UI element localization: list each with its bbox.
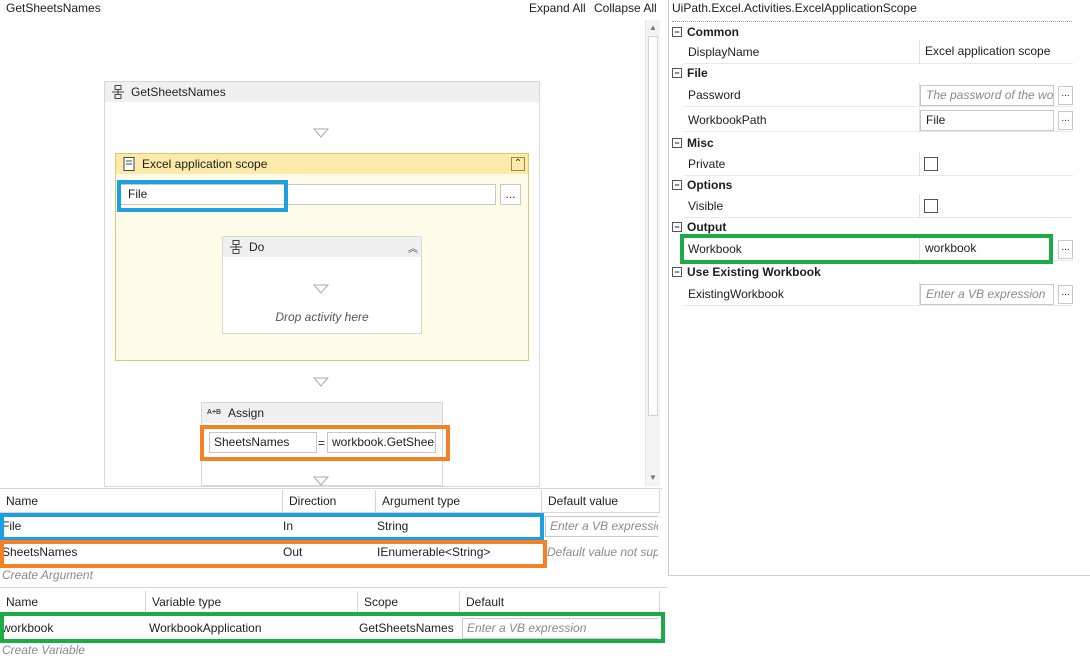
password-input[interactable]: The password of the wor bbox=[920, 85, 1054, 106]
column-header-default[interactable]: Default bbox=[460, 591, 660, 613]
property-label: Visible bbox=[688, 199, 724, 213]
property-label: DisplayName bbox=[688, 45, 760, 59]
drop-arrow-icon bbox=[313, 284, 329, 294]
property-private[interactable]: Private bbox=[684, 152, 1073, 176]
scrollbar-thumb[interactable] bbox=[648, 36, 658, 416]
column-header-default-value[interactable]: Default value bbox=[542, 490, 660, 512]
column-header-scope[interactable]: Scope bbox=[358, 591, 460, 613]
browse-button[interactable]: ... bbox=[1058, 240, 1073, 259]
expand-all-link[interactable]: Expand All bbox=[529, 1, 586, 15]
category-misc[interactable]: − Misc bbox=[672, 134, 1072, 152]
collapse-icon[interactable]: − bbox=[672, 267, 682, 277]
create-argument-link[interactable]: Create Argument bbox=[2, 568, 93, 582]
category-label: Common bbox=[687, 25, 739, 39]
sequence-title: GetSheetsNames bbox=[131, 85, 226, 99]
displayname-input[interactable]: Excel application scope bbox=[920, 42, 1070, 63]
collapse-icon[interactable]: − bbox=[672, 180, 682, 190]
highlight-sheetsnames-argument bbox=[0, 540, 547, 568]
browse-button[interactable]: ... bbox=[500, 184, 521, 205]
property-label: Private bbox=[688, 157, 726, 171]
assign-icon: A+B bbox=[206, 409, 222, 416]
category-label: File bbox=[687, 66, 708, 80]
browse-button[interactable]: ... bbox=[1058, 86, 1073, 105]
collapse-all-link[interactable]: Collapse All bbox=[594, 1, 657, 15]
designer-title: GetSheetsNames bbox=[6, 1, 101, 15]
scope-title: Excel application scope bbox=[142, 157, 268, 171]
column-header-argument-type[interactable]: Argument type bbox=[376, 490, 542, 512]
property-visible[interactable]: Visible bbox=[684, 194, 1073, 218]
drop-activity-hint: Drop activity here bbox=[275, 310, 369, 324]
property-label: ExistingWorkbook bbox=[688, 287, 784, 301]
variables-header: Name Variable type Scope Default bbox=[0, 591, 660, 614]
property-label: WorkbookPath bbox=[688, 113, 767, 127]
column-header-variable-type[interactable]: Variable type bbox=[146, 591, 358, 613]
category-use-existing-workbook[interactable]: − Use Existing Workbook bbox=[672, 263, 1072, 281]
collapse-icon[interactable]: − bbox=[672, 222, 682, 232]
drop-arrow-icon bbox=[313, 476, 329, 486]
category-label: Output bbox=[687, 220, 727, 234]
private-checkbox[interactable] bbox=[924, 157, 938, 171]
drop-arrow-icon bbox=[313, 128, 329, 138]
divider bbox=[919, 152, 920, 176]
highlight-file-input bbox=[117, 180, 288, 212]
browse-button[interactable]: ... bbox=[1058, 285, 1073, 304]
scroll-up-icon[interactable]: ▲ bbox=[648, 22, 658, 34]
highlight-workbook-output bbox=[680, 234, 1053, 264]
highlight-file-argument bbox=[0, 513, 544, 541]
drop-arrow-icon bbox=[313, 377, 329, 387]
create-variable-link[interactable]: Create Variable bbox=[2, 643, 85, 657]
property-workbookpath[interactable]: WorkbookPath File ... bbox=[684, 108, 1073, 132]
category-label: Use Existing Workbook bbox=[687, 265, 821, 279]
category-file[interactable]: − File bbox=[672, 64, 1072, 82]
property-displayname[interactable]: DisplayName Excel application scope bbox=[684, 40, 1073, 64]
highlight-workbook-variable bbox=[0, 612, 665, 643]
category-label: Misc bbox=[687, 136, 714, 150]
browse-button[interactable]: ... bbox=[1058, 111, 1073, 130]
properties-title: UiPath.Excel.Activities.ExcelApplication… bbox=[672, 1, 917, 15]
scroll-down-icon[interactable]: ▼ bbox=[648, 472, 658, 484]
collapse-icon[interactable]: − bbox=[672, 27, 682, 37]
column-header-direction[interactable]: Direction bbox=[283, 490, 376, 512]
argument-default-input[interactable]: Enter a VB expressic bbox=[545, 516, 658, 537]
collapse-icon[interactable]: − bbox=[672, 68, 682, 78]
collapse-icon[interactable]: ⌃ bbox=[511, 157, 525, 171]
arguments-header: Name Direction Argument type Default val… bbox=[0, 490, 660, 513]
assign-title: Assign bbox=[228, 406, 265, 420]
sequence-icon bbox=[229, 240, 243, 254]
column-header-name[interactable]: Name bbox=[0, 490, 283, 512]
excel-scope-icon bbox=[122, 157, 136, 171]
existingworkbook-input[interactable]: Enter a VB expression bbox=[920, 284, 1054, 305]
property-existingworkbook[interactable]: ExistingWorkbook Enter a VB expression .… bbox=[684, 282, 1073, 306]
sequence-icon bbox=[111, 85, 125, 99]
argument-default-value: Default value not sup bbox=[547, 545, 658, 559]
collapse-icon[interactable]: − bbox=[672, 138, 682, 148]
designer-vertical-scrollbar[interactable]: ▲ ▼ bbox=[645, 20, 660, 486]
highlight-assign bbox=[200, 425, 450, 461]
do-title: Do bbox=[249, 240, 265, 254]
category-options[interactable]: − Options bbox=[672, 176, 1072, 194]
collapse-icon[interactable]: ︽ bbox=[408, 240, 418, 260]
column-header-name[interactable]: Name bbox=[0, 591, 146, 613]
category-common[interactable]: − Common bbox=[672, 23, 1072, 41]
category-label: Options bbox=[687, 178, 733, 192]
workbookpath-input[interactable]: File bbox=[920, 110, 1054, 131]
divider bbox=[919, 194, 920, 218]
property-label: Password bbox=[688, 88, 741, 102]
property-password[interactable]: Password The password of the wor ... bbox=[684, 83, 1073, 107]
visible-checkbox[interactable] bbox=[924, 199, 938, 213]
divider bbox=[672, 21, 1072, 22]
